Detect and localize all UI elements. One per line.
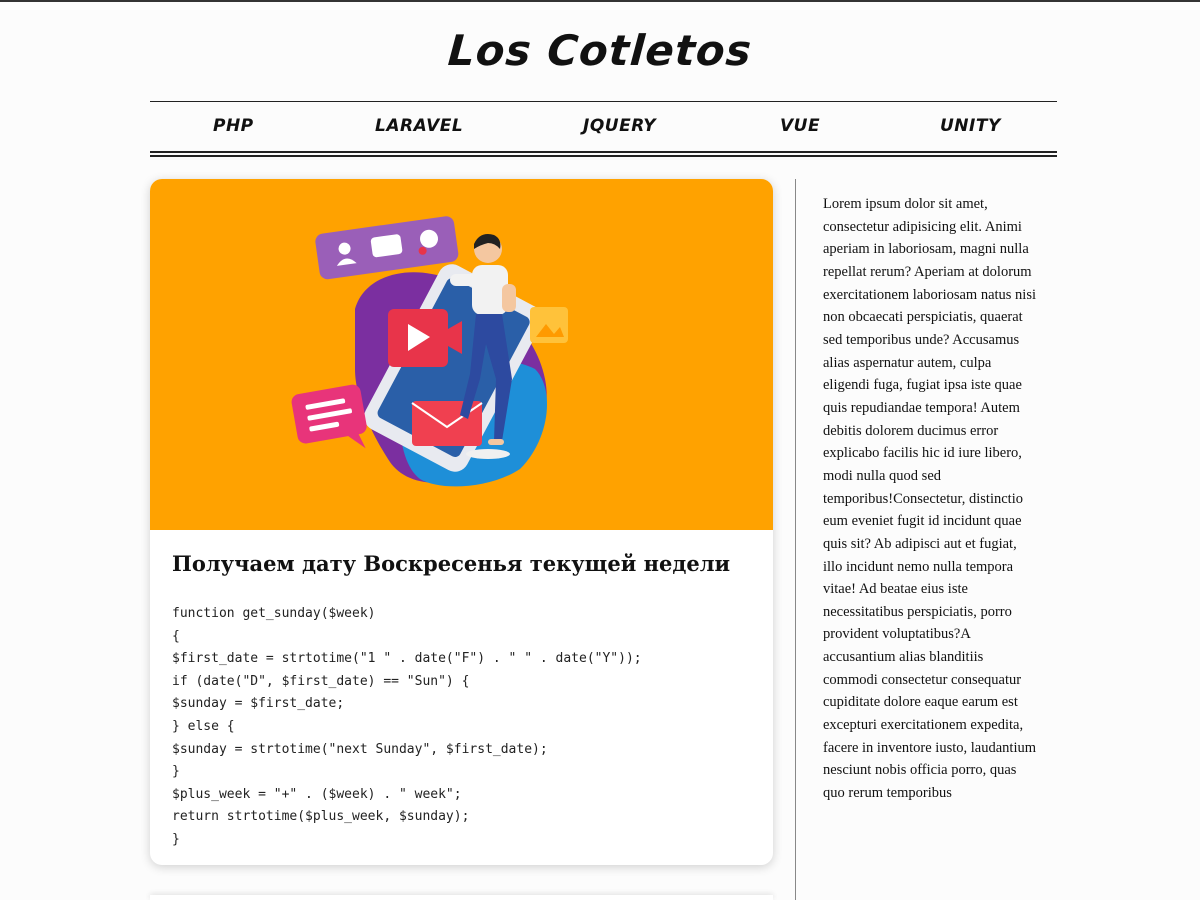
post-card[interactable]: Получаем дату Воскресенья текущей недели… (150, 179, 773, 865)
code-line: $sunday = $first_date; (172, 696, 345, 712)
sidebar-divider (795, 179, 796, 900)
post-code-block: function get_sunday($week) { $first_date… (172, 603, 762, 852)
code-line: { (172, 628, 180, 644)
code-line: $first_date = strtotime("1 " . date("F")… (172, 651, 642, 667)
nav-item-unity[interactable]: UNITY (940, 116, 1001, 136)
code-line: $sunday = strtotime("next Sunday", $firs… (172, 741, 548, 757)
code-line: } (172, 831, 180, 847)
post-title[interactable]: Получаем дату Воскресенья текущей недели (172, 551, 752, 576)
nav-divider (150, 155, 1057, 157)
code-line: function get_sunday($week) (172, 606, 376, 621)
code-line: } (172, 764, 180, 780)
top-border (0, 0, 1200, 2)
social-media-illustration (291, 216, 568, 487)
sidebar-text: Lorem ipsum dolor sit amet, consectetur … (823, 196, 1037, 802)
code-line: $plus_week = "+" . ($week) . " week"; (172, 786, 462, 802)
post-hero-image[interactable] (150, 179, 773, 530)
nav-item-laravel[interactable]: LARAVEL (375, 116, 463, 136)
main-nav: PHP LARAVEL JQUERY VUE UNITY (150, 101, 1057, 154)
code-line: return strtotime($plus_week, $sunday); (172, 809, 470, 825)
code-line: } else { (172, 718, 235, 734)
site-title[interactable]: Los Cotletos (0, 26, 1200, 75)
code-line: if (date("D", $first_date) == "Sun") { (172, 673, 470, 689)
nav-item-vue[interactable]: VUE (780, 116, 820, 136)
nav-item-php[interactable]: PHP (213, 116, 254, 136)
nav-divider (150, 151, 1057, 153)
nav-item-jquery[interactable]: JQUERY (583, 116, 656, 136)
next-post-card-edge (150, 895, 773, 900)
